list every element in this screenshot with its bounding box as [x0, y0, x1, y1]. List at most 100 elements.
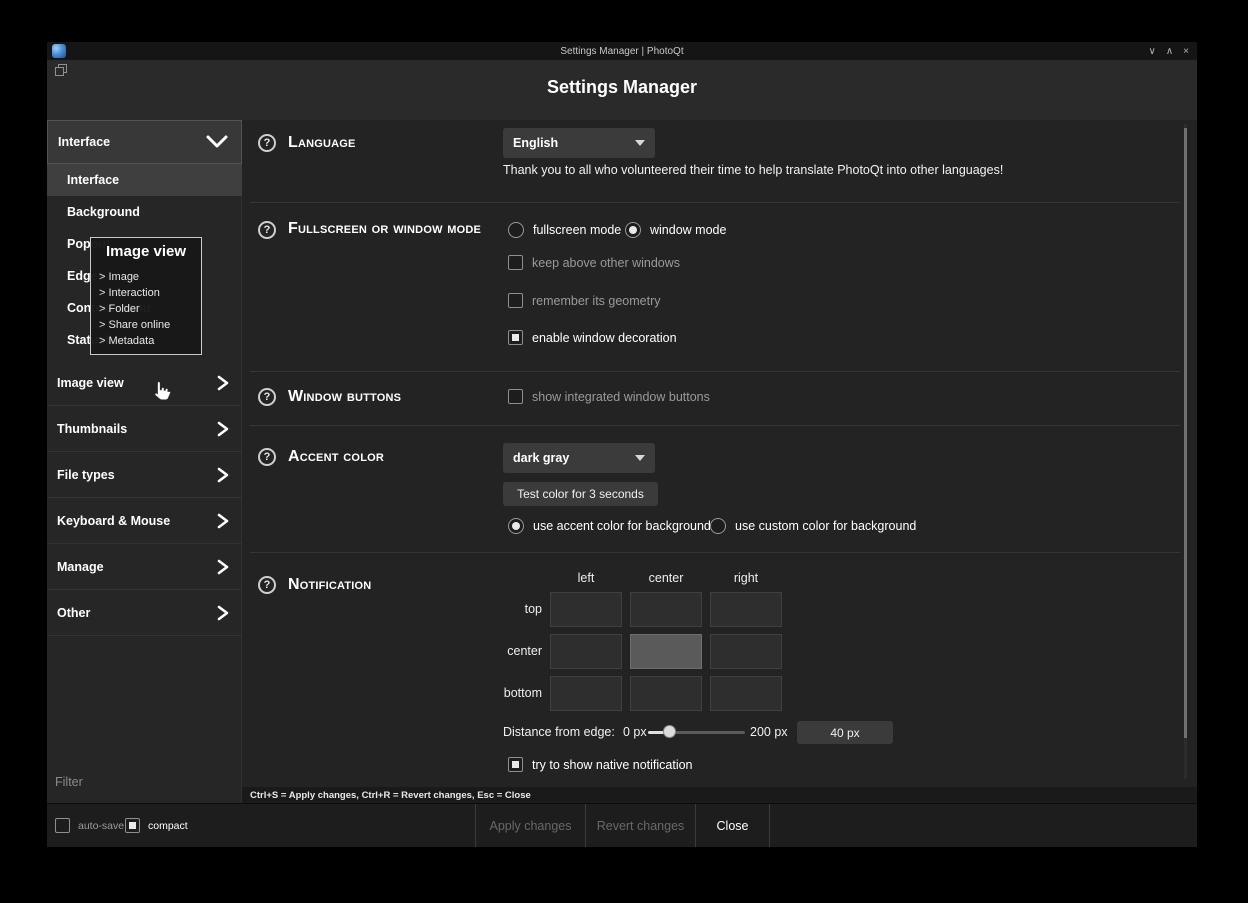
- distance-label: Distance from edge:: [503, 725, 615, 739]
- compact-checkbox[interactable]: compact: [125, 817, 188, 834]
- dropdown-caret-icon: [635, 140, 645, 146]
- notification-position-bottom-left[interactable]: [550, 676, 622, 711]
- native-notification-checkbox[interactable]: try to show native notification: [508, 756, 693, 773]
- apply-changes-button[interactable]: Apply changes: [475, 804, 585, 847]
- maximize-button[interactable]: ∧: [1166, 46, 1173, 57]
- checkbox-checked-icon: [508, 757, 523, 772]
- notification-position-center-center[interactable]: [630, 634, 702, 669]
- notification-position-top-center[interactable]: [630, 592, 702, 627]
- popout-icon[interactable]: [55, 64, 67, 76]
- custom-color-background-radio[interactable]: use custom color for background: [710, 517, 916, 534]
- window-mode-radio[interactable]: window mode: [625, 221, 726, 238]
- chevron-right-icon: [216, 420, 230, 438]
- section-title-language: Language: [288, 128, 356, 157]
- chevron-right-icon: [216, 374, 230, 392]
- notification-position-center-right[interactable]: [710, 634, 782, 669]
- help-icon[interactable]: ?: [258, 221, 276, 239]
- section-title-window-buttons: Window buttons: [288, 382, 401, 411]
- notification-position-center-left[interactable]: [550, 634, 622, 669]
- distance-slider-handle[interactable]: [663, 725, 676, 738]
- checkbox-checked-icon: [125, 818, 140, 833]
- chevron-right-icon: [216, 466, 230, 484]
- sidebar-category-label: Interface: [58, 135, 110, 149]
- revert-changes-button[interactable]: Revert changes: [585, 804, 695, 847]
- sidebar-category-image-view[interactable]: Image view: [47, 360, 242, 406]
- section-title-fullscreen: Fullscreen or window mode: [288, 214, 483, 243]
- sidebar-category-other[interactable]: Other: [47, 590, 242, 636]
- help-icon[interactable]: ?: [258, 388, 276, 406]
- sidebar-category-file-types[interactable]: File types: [47, 452, 242, 498]
- sidebar-item-interface[interactable]: Interface: [47, 164, 242, 196]
- notification-position-bottom-center[interactable]: [630, 676, 702, 711]
- close-button[interactable]: Close: [695, 804, 770, 847]
- image-view-tooltip: Image view > Image > Interaction > Folde…: [90, 237, 202, 355]
- notification-position-bottom-right[interactable]: [710, 676, 782, 711]
- accent-color-background-radio[interactable]: use accent color for background: [508, 517, 711, 534]
- accent-color-dropdown[interactable]: dark gray: [503, 443, 655, 473]
- test-color-button[interactable]: Test color for 3 seconds: [503, 482, 658, 506]
- notification-col-label-right: right: [710, 571, 782, 585]
- help-icon[interactable]: ?: [258, 448, 276, 466]
- section-title-accent-color: Accent color: [288, 442, 384, 471]
- language-note: Thank you to all who volunteered their t…: [503, 163, 1003, 177]
- radio-selected-icon: [625, 222, 641, 238]
- footer-bar: auto-save compact Apply changes Revert c…: [47, 803, 1197, 847]
- section-divider: [250, 371, 1180, 372]
- chevron-down-icon: [205, 134, 229, 150]
- integrated-window-buttons-checkbox[interactable]: show integrated window buttons: [508, 388, 710, 405]
- photoqt-logo-icon: [52, 44, 66, 58]
- tooltip-title: Image view: [91, 243, 201, 260]
- notification-col-label-left: left: [550, 571, 622, 585]
- window-title: Settings Manager | PhotoQt: [47, 46, 1197, 57]
- header-bar: Settings Manager: [47, 60, 1197, 120]
- dropdown-caret-icon: [635, 455, 645, 461]
- distance-min-label: 0 px: [623, 725, 647, 739]
- section-title-notification: Notification: [288, 570, 371, 599]
- remember-geometry-checkbox[interactable]: remember its geometry: [508, 292, 661, 309]
- tooltip-item: > Share online: [99, 319, 170, 333]
- notification-position-top-right[interactable]: [710, 592, 782, 627]
- help-icon[interactable]: ?: [258, 134, 276, 152]
- shortcuts-text: Ctrl+S = Apply changes, Ctrl+R = Revert …: [250, 790, 531, 801]
- auto-save-checkbox[interactable]: auto-save: [55, 817, 124, 834]
- language-dropdown[interactable]: English: [503, 128, 655, 158]
- sidebar-category-thumbnails[interactable]: Thumbnails: [47, 406, 242, 452]
- radio-icon: [710, 518, 726, 534]
- window-controls: ∨ ∧ ×: [1149, 42, 1190, 60]
- tooltip-item: > Folder: [99, 303, 140, 317]
- filter-input[interactable]: [55, 770, 233, 794]
- sidebar-item-background[interactable]: Background: [47, 196, 242, 228]
- scrollbar-track[interactable]: [1184, 124, 1187, 779]
- radio-selected-icon: [508, 518, 524, 534]
- fullscreen-mode-radio[interactable]: fullscreen mode: [508, 221, 621, 238]
- settings-content: ? Language English Thank you to all who …: [242, 120, 1197, 787]
- sidebar-category-keyboard-mouse[interactable]: Keyboard & Mouse: [47, 498, 242, 544]
- checkbox-icon: [508, 389, 523, 404]
- notification-col-label-center: center: [630, 571, 702, 585]
- distance-max-label: 200 px: [750, 725, 788, 739]
- scrollbar-thumb[interactable]: [1184, 128, 1187, 738]
- notification-row-label-bottom: bottom: [467, 686, 542, 700]
- keep-above-checkbox[interactable]: keep above other windows: [508, 254, 680, 271]
- sidebar-category-interface[interactable]: Interface: [47, 120, 242, 164]
- checkbox-checked-icon: [508, 330, 523, 345]
- hand-cursor-icon: [153, 380, 171, 401]
- help-icon[interactable]: ?: [258, 576, 276, 594]
- notification-row-label-top: top: [467, 602, 542, 616]
- chevron-right-icon: [216, 512, 230, 530]
- sidebar-category-manage[interactable]: Manage: [47, 544, 242, 590]
- window-decoration-checkbox[interactable]: enable window decoration: [508, 329, 677, 346]
- checkbox-icon: [508, 293, 523, 308]
- chevron-right-icon: [216, 558, 230, 576]
- settings-manager-window: Settings Manager | PhotoQt ∨ ∧ × Setting…: [47, 42, 1197, 847]
- radio-icon: [508, 222, 524, 238]
- tooltip-item: > Metadata: [99, 335, 154, 349]
- titlebar[interactable]: Settings Manager | PhotoQt ∨ ∧ ×: [47, 42, 1197, 60]
- section-divider: [250, 202, 1180, 203]
- close-window-button[interactable]: ×: [1183, 46, 1189, 57]
- distance-value-button[interactable]: 40 px: [797, 721, 893, 744]
- minimize-button[interactable]: ∨: [1149, 46, 1156, 57]
- section-divider: [250, 425, 1180, 426]
- notification-position-top-left[interactable]: [550, 592, 622, 627]
- sidebar: Interface Interface Background Popout Ed…: [47, 120, 242, 803]
